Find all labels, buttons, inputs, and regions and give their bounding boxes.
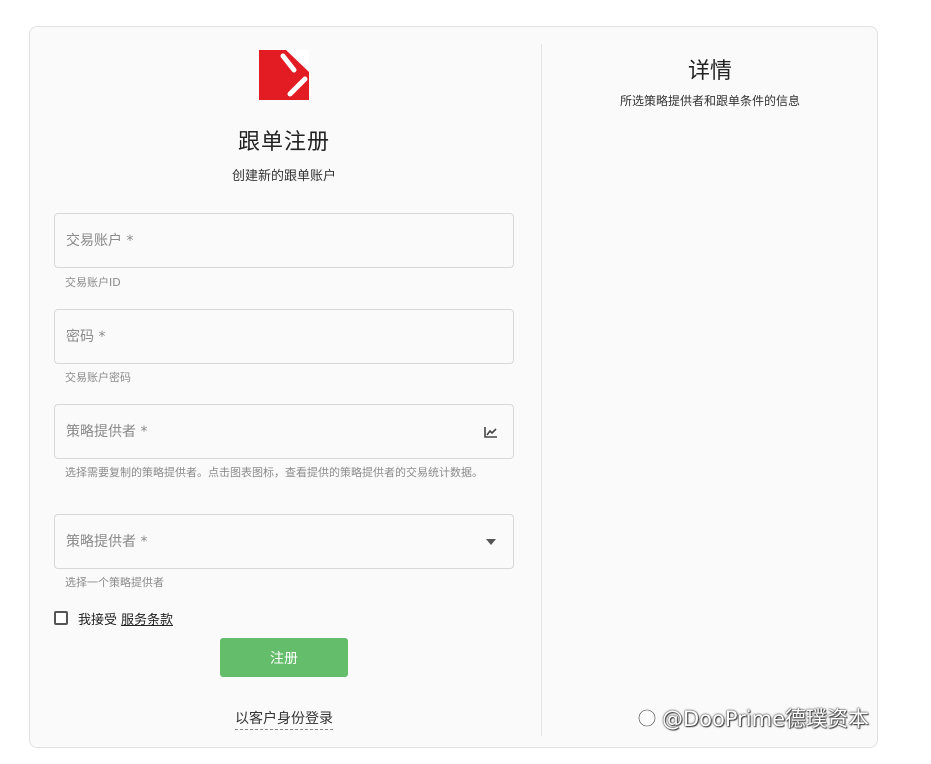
page: 跟单注册 创建新的跟单账户 交易账户ID 交易账户密码 选择需要复制的策略提供者…: [0, 0, 931, 764]
strategy-provider-search-helper: 选择需要复制的策略提供者。点击图表图标，查看提供的策略提供者的交易统计数据。: [65, 466, 483, 479]
watermark: @DooPrime德璞资本: [636, 700, 869, 736]
terms-prefix: 我接受: [78, 612, 118, 628]
client-login-link[interactable]: 以客户身份登录: [235, 711, 333, 730]
terms-link[interactable]: 服务条款: [121, 609, 173, 628]
register-button[interactable]: 注册: [220, 638, 348, 677]
terms-checkbox[interactable]: [54, 611, 68, 625]
form-subtitle: 创建新的跟单账户: [231, 169, 336, 184]
strategy-provider-select[interactable]: [54, 514, 514, 569]
password-field[interactable]: [54, 309, 514, 364]
strategy-provider-select-helper: 选择一个策略提供者: [65, 576, 164, 589]
strategy-provider-search-field[interactable]: [54, 404, 514, 459]
panel-divider: [541, 44, 542, 736]
watermark-text: @DooPrime德璞资本: [662, 707, 870, 731]
brand-logo-icon: [259, 50, 309, 100]
terms-row: 我接受 服务条款: [54, 609, 173, 628]
chart-icon[interactable]: [483, 424, 499, 440]
trading-account-field[interactable]: [54, 213, 514, 268]
watermark-logo-icon: [636, 707, 658, 729]
form-title: 跟单注册: [237, 130, 330, 155]
password-input[interactable]: [55, 310, 513, 363]
trading-account-helper: 交易账户ID: [65, 276, 121, 289]
password-helper: 交易账户密码: [65, 371, 131, 384]
strategy-provider-search-input[interactable]: [55, 405, 513, 458]
trading-account-input[interactable]: [55, 214, 513, 267]
details-subtitle: 所选策略提供者和跟单条件的信息: [619, 94, 800, 108]
caret-down-icon[interactable]: [483, 534, 499, 550]
client-login-row: 以客户身份登录: [54, 708, 514, 730]
details-title: 详情: [687, 59, 732, 84]
strategy-provider-select-input[interactable]: [55, 515, 513, 568]
